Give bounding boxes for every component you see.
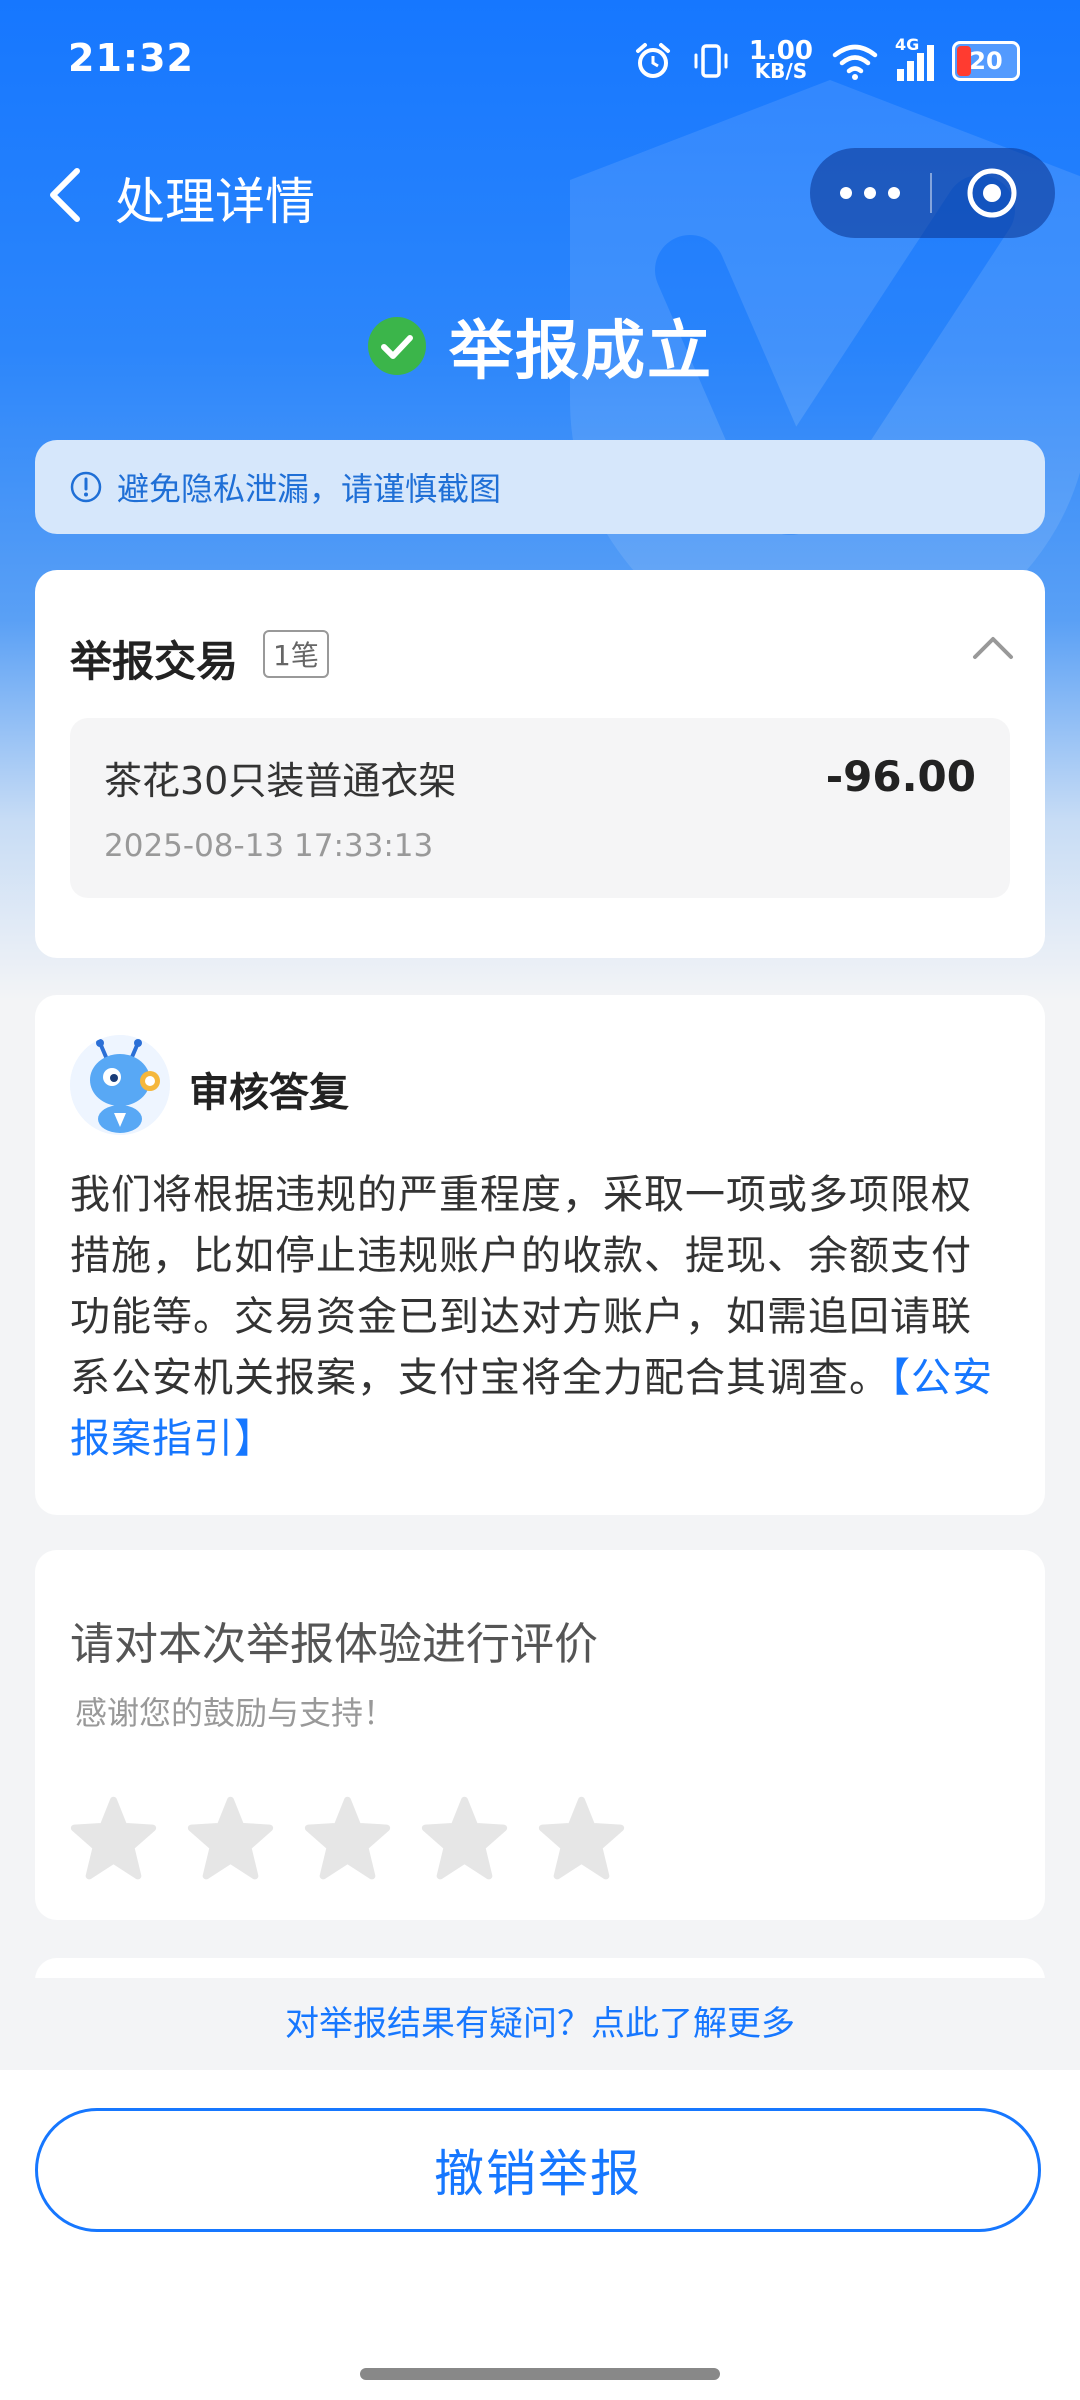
rating-subtitle: 感谢您的鼓励与支持！ xyxy=(75,1694,396,1732)
star-icon[interactable] xyxy=(538,1795,625,1882)
rating-card: 请对本次举报体验进行评价 感谢您的鼓励与支持！ xyxy=(35,1550,1045,1920)
battery-level: 20 xyxy=(969,47,1003,75)
success-check-icon xyxy=(368,317,426,375)
bottom-area: 对举报结果有疑问？点此了解更多 撤销举报 xyxy=(0,1978,1080,2400)
faq-link[interactable]: 对举报结果有疑问？点此了解更多 xyxy=(0,1978,1080,2070)
home-indicator[interactable] xyxy=(360,2368,720,2380)
cancel-report-button[interactable]: 撤销举报 xyxy=(35,2108,1041,2232)
avatar xyxy=(70,1035,170,1135)
network-type: 4G xyxy=(895,35,920,54)
more-dots-icon xyxy=(840,187,852,199)
target-close-icon xyxy=(967,168,1017,218)
info-icon xyxy=(70,471,102,503)
back-button[interactable] xyxy=(30,160,100,230)
chevron-left-icon xyxy=(50,168,80,222)
net-speed-unit: KB/S xyxy=(754,59,808,83)
star-icon[interactable] xyxy=(187,1795,274,1882)
status-bar: 21:32 1.00 KB/S 4G 20 xyxy=(0,0,1080,120)
vibrate-icon xyxy=(694,44,728,78)
transaction-time: 2025-08-13 17:33:13 xyxy=(104,828,434,864)
action-area: 撤销举报 xyxy=(0,2070,1080,2400)
privacy-notice-text: 避免隐私泄漏，请谨慎截图 xyxy=(117,470,502,508)
review-reply-card: 审核答复 我们将根据违规的严重程度，采取一项或多项限权措施，比如停止违规账户的收… xyxy=(35,995,1045,1515)
review-text: 我们将根据违规的严重程度，采取一项或多项限权措施，比如停止违规账户的收款、提现、… xyxy=(70,1172,972,1401)
transaction-amount: -96.00 xyxy=(825,752,976,801)
transaction-card: 举报交易 1笔 茶花30只装普通衣架 -96.00 2025-08-13 17:… xyxy=(35,570,1045,958)
cellular-signal: 4G xyxy=(895,35,934,81)
star-icon[interactable] xyxy=(421,1795,508,1882)
review-body: 我们将根据违规的严重程度，采取一项或多项限权措施，比如停止违规账户的收款、提现、… xyxy=(70,1165,1010,1470)
star-icon[interactable] xyxy=(304,1795,391,1882)
review-title: 审核答复 xyxy=(189,1070,349,1116)
result-title: 举报成立 xyxy=(449,315,713,389)
collapse-toggle[interactable] xyxy=(971,632,1015,666)
status-icons: 1.00 KB/S 4G 20 xyxy=(633,35,1020,86)
close-mini-program-button[interactable] xyxy=(932,148,1052,238)
star-rating xyxy=(70,1795,625,1882)
mini-program-capsule xyxy=(810,148,1055,238)
page-title: 处理详情 xyxy=(115,173,315,231)
net-speed-value: 1.00 xyxy=(748,36,813,66)
robot-mascot-icon xyxy=(70,1035,170,1135)
rating-title: 请对本次举报体验进行评价 xyxy=(70,1619,598,1670)
alarm-icon xyxy=(635,43,670,78)
net-speed: 1.00 KB/S xyxy=(748,36,813,83)
status-time: 21:32 xyxy=(68,36,194,80)
privacy-notice: 避免隐私泄漏，请谨慎截图 xyxy=(35,440,1045,534)
result-header: 举报成立 xyxy=(0,300,1080,392)
transaction-item[interactable]: 茶花30只装普通衣架 -96.00 2025-08-13 17:33:13 xyxy=(70,718,1010,898)
wifi-icon xyxy=(832,44,878,80)
navigation-bar: 处理详情 xyxy=(0,140,1080,260)
transaction-name: 茶花30只装普通衣架 xyxy=(104,759,457,803)
chevron-up-icon xyxy=(973,637,1013,659)
star-icon[interactable] xyxy=(70,1795,157,1882)
more-button[interactable] xyxy=(810,148,930,238)
transaction-count-badge: 1笔 xyxy=(263,630,329,678)
transaction-title: 举报交易 xyxy=(70,637,239,686)
battery-indicator: 20 xyxy=(952,41,1020,81)
